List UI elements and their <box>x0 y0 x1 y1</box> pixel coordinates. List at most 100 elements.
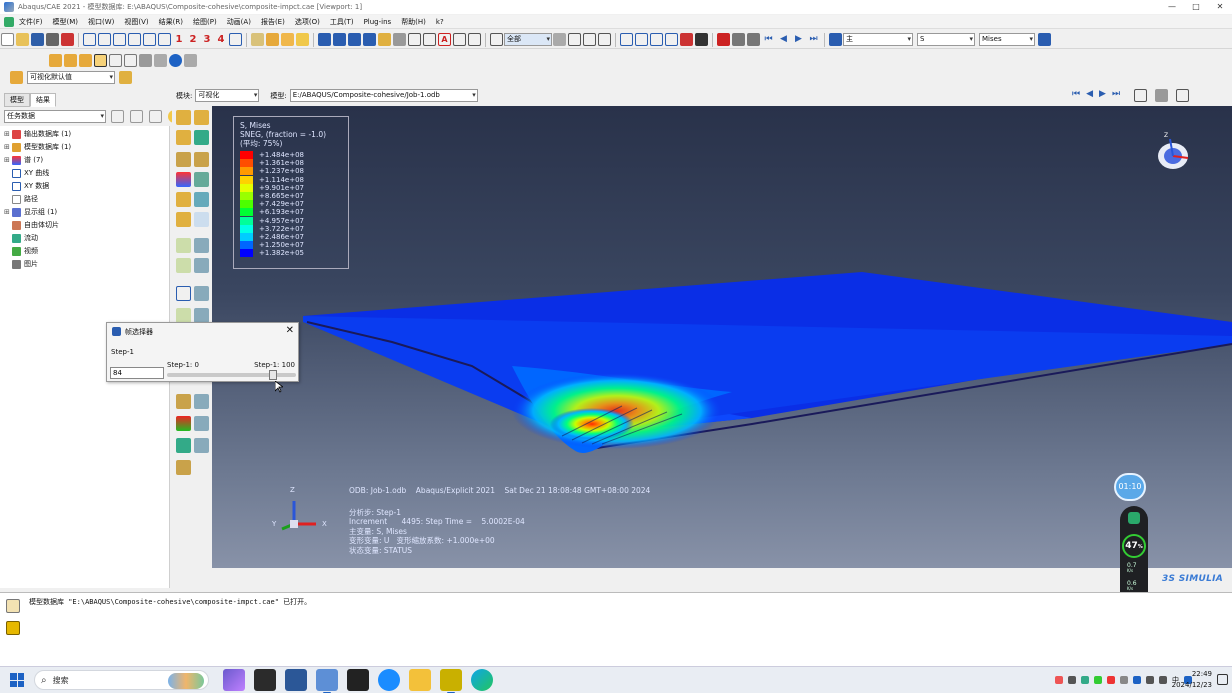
plot-contours-icon[interactable] <box>176 130 191 145</box>
sphere-3-icon[interactable] <box>79 53 92 67</box>
report-icon[interactable] <box>176 258 191 273</box>
prev-frame-icon[interactable]: ◀ <box>1086 89 1093 102</box>
csys-manager-icon[interactable] <box>194 286 209 301</box>
menu-help[interactable]: 帮助(H) <box>396 17 431 27</box>
tab-model[interactable]: 模型 <box>4 93 30 107</box>
csys-icon[interactable] <box>176 286 191 301</box>
grid-options-icon[interactable] <box>184 53 197 67</box>
recording-timer[interactable]: 01:10 <box>1114 473 1146 501</box>
app-qq-icon[interactable] <box>378 669 400 691</box>
app-abaqus-viewer-icon[interactable] <box>440 669 462 693</box>
menu-report[interactable]: 报告(E) <box>256 17 290 27</box>
grid-icon[interactable] <box>393 33 406 46</box>
layout-1-icon[interactable] <box>318 33 331 46</box>
tree-item[interactable]: ⊞ 输出数据库 (1) <box>4 128 71 140</box>
redo-icon[interactable] <box>124 53 137 67</box>
record-icon[interactable] <box>1155 89 1169 102</box>
close-button[interactable]: ✕ <box>1208 0 1232 14</box>
display-group-create-icon[interactable] <box>176 438 191 453</box>
microphone-icon[interactable] <box>1068 676 1076 684</box>
taskbar-search[interactable]: ⌕ 搜索 <box>34 670 209 690</box>
render-shaded-icon[interactable] <box>296 33 309 46</box>
line-icon[interactable] <box>423 33 436 46</box>
next-frame-icon[interactable]: ▶ <box>792 33 805 46</box>
app-capcut-icon[interactable] <box>347 669 369 691</box>
last-frame-icon[interactable]: ⏭ <box>1112 89 1120 102</box>
tool-icon[interactable] <box>61 33 74 46</box>
undo-icon[interactable] <box>109 53 122 67</box>
menu-model[interactable]: 模型(M) <box>48 17 84 27</box>
menu-plot[interactable]: 绘图(P) <box>188 17 222 27</box>
app-edge-icon[interactable] <box>471 669 493 691</box>
app-abaqus-icon[interactable] <box>316 669 338 693</box>
cut-view-icon[interactable] <box>176 416 191 431</box>
frame-number-input[interactable] <box>110 367 164 379</box>
display-group-icon[interactable] <box>139 53 152 67</box>
viewport-4-button[interactable]: 4 <box>214 34 228 45</box>
stream-manager-icon[interactable] <box>194 394 209 409</box>
contour-icon[interactable] <box>732 33 745 46</box>
app-word-icon[interactable] <box>285 669 307 691</box>
save-animation-icon[interactable] <box>1176 89 1190 102</box>
select-through-icon[interactable] <box>598 33 611 46</box>
tray-red-icon[interactable] <box>1107 676 1115 684</box>
layout-4-icon[interactable] <box>363 33 376 46</box>
plot-deformed-icon[interactable] <box>194 110 209 125</box>
rotate-icon[interactable] <box>635 33 648 46</box>
animation-options-icon[interactable] <box>1134 89 1148 102</box>
print-icon[interactable] <box>46 33 59 46</box>
invariant-combo[interactable]: Mises <box>979 33 1035 46</box>
save-icon[interactable] <box>31 33 44 46</box>
info-icon[interactable] <box>169 53 182 67</box>
windows-start-icon[interactable] <box>10 673 24 687</box>
tray-green-icon[interactable] <box>1081 676 1089 684</box>
chevron-up-icon[interactable] <box>1120 676 1128 684</box>
path-manager-icon[interactable] <box>194 308 209 323</box>
magnify-icon[interactable] <box>650 33 663 46</box>
frame-slider-track[interactable] <box>167 373 296 377</box>
symbol-icon[interactable] <box>747 33 760 46</box>
tree-item[interactable]: 路径 <box>4 193 38 205</box>
ply-stack-icon[interactable] <box>194 192 209 207</box>
model-combo[interactable]: E:/ABAQUS/Composite-cohesive/Job-1.odb <box>289 89 478 102</box>
tree-item[interactable]: 图片 <box>4 258 38 270</box>
select-arrow-icon[interactable] <box>490 33 503 46</box>
report-options-icon[interactable] <box>194 258 209 273</box>
menu-result[interactable]: 结果(R) <box>154 17 188 27</box>
query-probe-icon[interactable] <box>176 460 191 475</box>
tab-results[interactable]: 结果 <box>30 93 56 107</box>
message-area-icon[interactable] <box>6 599 20 613</box>
layout-3-icon[interactable] <box>348 33 361 46</box>
task-data-combo[interactable]: 任务数据 <box>4 110 106 123</box>
menu-file[interactable]: 文件(F) <box>14 17 48 27</box>
new-file-icon[interactable] <box>1 33 14 46</box>
open-folder-icon[interactable] <box>16 33 29 46</box>
view-axis-icon[interactable] <box>229 33 242 46</box>
app-folder-icon[interactable] <box>409 669 431 691</box>
tree-item[interactable]: ⊞ 模型数据库 (1) <box>4 141 71 153</box>
notification-icon[interactable] <box>1217 674 1228 685</box>
field-combo[interactable]: S <box>917 33 975 46</box>
prev-frame-icon[interactable]: ◀ <box>777 33 790 46</box>
render-hidden-icon[interactable] <box>266 33 279 46</box>
viewport-1-button[interactable]: 1 <box>172 34 186 45</box>
volume-icon[interactable] <box>1159 676 1167 684</box>
tree-item[interactable]: XY 曲线 <box>4 167 49 179</box>
symbol-options-icon[interactable] <box>194 172 209 187</box>
expand-icon[interactable] <box>149 110 162 123</box>
sphere-2-icon[interactable] <box>64 53 77 67</box>
python-command-icon[interactable] <box>6 621 20 635</box>
pointer-icon[interactable] <box>453 33 466 46</box>
tree-item[interactable]: XY 数据 <box>4 180 49 192</box>
view-left-icon[interactable] <box>113 33 126 46</box>
menu-view[interactable]: 视图(V) <box>119 17 153 27</box>
layout-2-icon[interactable] <box>333 33 346 46</box>
tray-shield-icon[interactable] <box>1133 676 1141 684</box>
pan-icon[interactable] <box>620 33 633 46</box>
plot-symbols-icon[interactable] <box>194 130 209 145</box>
select-shape-icon[interactable] <box>553 33 566 46</box>
menu-app-icon[interactable] <box>4 16 14 27</box>
sphere-icon[interactable] <box>49 53 62 67</box>
module-combo[interactable]: 可视化 <box>195 89 260 102</box>
options-icon[interactable] <box>154 53 167 67</box>
